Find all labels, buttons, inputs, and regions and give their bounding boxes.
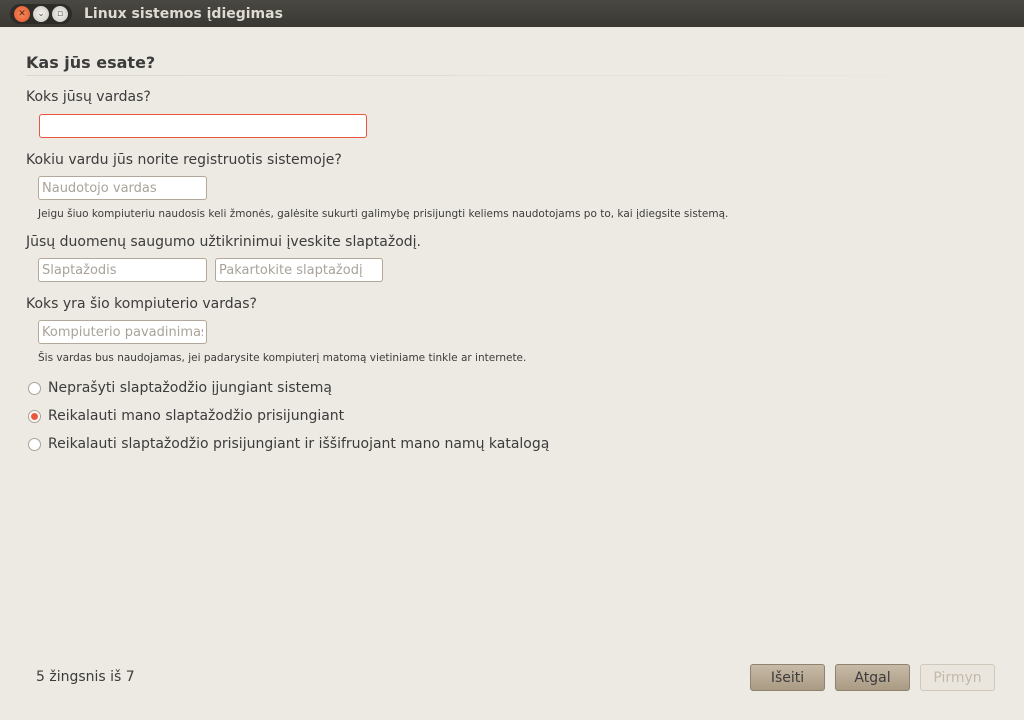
- password-input[interactable]: [38, 258, 207, 282]
- window-controls: ✕ ⌄ ▫: [10, 3, 72, 24]
- username-hint: Jeigu šiuo kompiuteriu naudosis keli žmo…: [38, 208, 729, 220]
- installer-page: Kas jūs esate? Koks jūsų vardas? Kokiu v…: [0, 27, 1024, 720]
- forward-button[interactable]: Pirmyn: [920, 664, 995, 691]
- password-label: Jūsų duomenų saugumo užtikrinimui įveski…: [26, 234, 422, 250]
- radio-selected-icon[interactable]: [28, 409, 41, 423]
- name-input[interactable]: [39, 114, 367, 138]
- radio-no-password[interactable]: Neprašyti slaptažodžio įjungiant sistemą: [28, 380, 332, 396]
- name-label: Koks jūsų vardas?: [26, 89, 151, 105]
- hostname-input[interactable]: [38, 320, 207, 344]
- username-input[interactable]: [38, 176, 207, 200]
- confirm-password-input[interactable]: [215, 258, 383, 282]
- heading-divider: [26, 75, 1016, 76]
- close-icon[interactable]: ✕: [14, 5, 30, 22]
- radio-icon[interactable]: [28, 381, 41, 395]
- radio-label: Reikalauti slaptažodžio prisijungiant ir…: [48, 436, 550, 452]
- step-indicator: 5 žingsnis iš 7: [36, 669, 135, 685]
- radio-require-password[interactable]: Reikalauti mano slaptažodžio prisijungia…: [28, 408, 344, 424]
- quit-button[interactable]: Išeiti: [750, 664, 825, 691]
- minimize-icon[interactable]: ⌄: [33, 5, 49, 22]
- page-title: Kas jūs esate?: [26, 53, 156, 72]
- radio-label: Neprašyti slaptažodžio įjungiant sistemą: [48, 380, 332, 396]
- hostname-label: Koks yra šio kompiuterio vardas?: [26, 296, 257, 312]
- maximize-icon[interactable]: ▫: [52, 5, 68, 22]
- back-button[interactable]: Atgal: [835, 664, 910, 691]
- radio-icon[interactable]: [28, 437, 41, 451]
- hostname-hint: Šis vardas bus naudojamas, jei padarysit…: [38, 352, 527, 364]
- radio-label: Reikalauti mano slaptažodžio prisijungia…: [48, 408, 345, 424]
- title-bar: ✕ ⌄ ▫ Linux sistemos įdiegimas: [0, 0, 1024, 27]
- radio-encrypt-home[interactable]: Reikalauti slaptažodžio prisijungiant ir…: [28, 436, 549, 452]
- username-label: Kokiu vardu jūs norite registruotis sist…: [26, 152, 342, 168]
- window-title: Linux sistemos įdiegimas: [84, 5, 283, 22]
